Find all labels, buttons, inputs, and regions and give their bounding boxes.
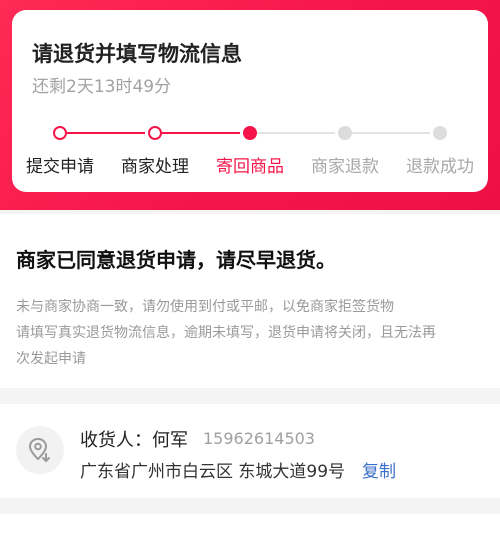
countdown-text: 还剩2天13时49分 [32,77,172,97]
progress-steps: 提交申请 商家处理 寄回商品 商家退款 退款成功 [12,122,488,192]
step-dot-merchant-process [148,126,162,140]
return-address-section: 收货人：何军 15962614503 广东省广州市白云区 东城大道99号 复制 [0,404,500,498]
receiver-name: 收货人：何军 [80,430,188,451]
notice-line-3: 次发起申请 [16,351,86,367]
step-connector-2 [162,132,240,134]
location-pin-icon [16,426,64,474]
step-label-merchant-refund: 商家退款 [311,157,379,177]
next-section-edge [0,514,500,533]
step-dot-submit [53,126,67,140]
step-dot-ship-back [243,126,257,140]
step-connector-4 [352,132,430,134]
step-label-ship-back: 寄回商品 [216,157,284,177]
step-label-submit: 提交申请 [26,157,94,177]
step-connector-3 [257,132,335,134]
receiver-phone: 15962614503 [203,429,315,448]
step-label-refund-success: 退款成功 [406,157,474,177]
copy-address-button[interactable]: 复制 [362,457,396,482]
step-dot-refund-success [433,126,447,140]
notice-line-1: 未与商家协商一致，请勿使用到付或平邮，以免商家拒签货物 [16,299,394,315]
page-title: 请退货并填写物流信息 [32,42,242,66]
notice-line-2: 请填写真实退货物流信息，逾期未填写，退货申请将关闭，且无法再 [16,325,436,341]
notice-title: 商家已同意退货申请，请尽早退货。 [16,248,336,272]
step-connector-1 [67,132,145,134]
return-status-card: 请退货并填写物流信息 还剩2天13时49分 提交申请 商家处理 寄回商品 商家退… [12,10,488,192]
address-text: 广东省广州市白云区 东城大道99号 [80,462,346,482]
step-label-merchant-process: 商家处理 [121,157,189,177]
notice-section: 商家已同意退货申请，请尽早退货。 未与商家协商一致，请勿使用到付或平邮，以免商家… [0,214,500,388]
step-dot-merchant-refund [338,126,352,140]
